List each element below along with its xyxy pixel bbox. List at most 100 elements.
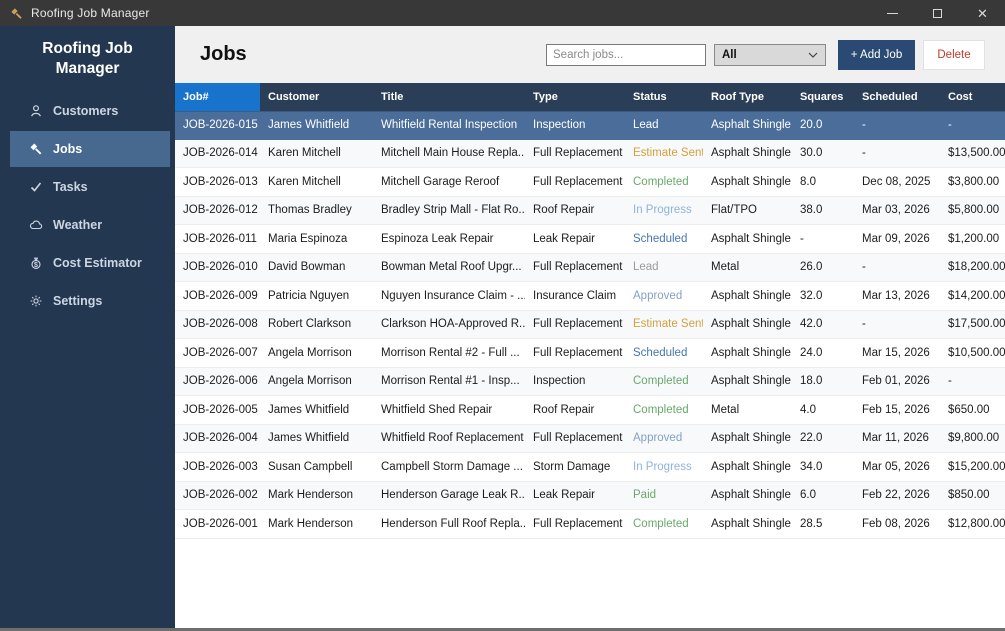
- cell-cost: $3,800.00: [948, 175, 1000, 188]
- cell-customer: Karen Mitchell: [268, 175, 341, 188]
- cell-cost: $850.00: [948, 489, 990, 502]
- sidebar-app-title: Roofing Job Manager: [42, 40, 133, 78]
- sidebar-item-tasks[interactable]: Tasks: [10, 169, 170, 205]
- cell-title: Campbell Storm Damage ...: [381, 460, 523, 473]
- table-row[interactable]: JOB-2026-009 Patricia Nguyen Nguyen Insura…: [175, 282, 1005, 311]
- table-row[interactable]: JOB-2026-003 Susan Campbell Campbell Storm…: [175, 453, 1005, 482]
- column-header-type[interactable]: Type: [525, 83, 625, 111]
- cell-cost: $5,800.00: [948, 204, 1000, 217]
- column-header-status[interactable]: Status: [625, 83, 703, 111]
- cell-squares: -: [800, 232, 804, 245]
- cell-job: JOB-2026-011: [183, 232, 257, 245]
- status-filter-select[interactable]: All: [714, 43, 826, 66]
- cell-scheduled: Mar 03, 2026: [862, 204, 930, 217]
- column-header-cost[interactable]: Cost: [940, 83, 1005, 111]
- cell-customer: Angela Morrison: [268, 375, 352, 388]
- cell-roof-type: Asphalt Shingle: [711, 432, 791, 445]
- add-job-button[interactable]: + Add Job: [838, 39, 915, 70]
- cell-squares: 18.0: [800, 375, 823, 388]
- cell-cost: $13,500.00: [948, 147, 1005, 160]
- minimize-button[interactable]: [870, 0, 915, 26]
- table-row[interactable]: JOB-2026-015 James Whitfield Whitfield Ren…: [175, 111, 1005, 140]
- cell-type: Inspection: [533, 375, 586, 388]
- table-row[interactable]: JOB-2026-010 David Bowman Bowman Metal Roo…: [175, 253, 1005, 282]
- sidebar-item-settings[interactable]: Settings: [10, 283, 170, 319]
- table-row[interactable]: JOB-2026-004 James Whitfield Whitfield Roo…: [175, 424, 1005, 453]
- sidebar-item-label: Jobs: [53, 142, 83, 157]
- sidebar-item-jobs[interactable]: Jobs: [10, 131, 170, 168]
- cell-title: Bowman Metal Roof Upgr...: [381, 261, 522, 274]
- cell-roof-type: Asphalt Shingle: [711, 489, 791, 502]
- cell-customer: Patricia Nguyen: [268, 289, 350, 302]
- cell-status: Paid: [633, 489, 657, 502]
- cell-scheduled: Mar 15, 2026: [862, 346, 930, 359]
- column-header-customer[interactable]: Customer: [260, 83, 373, 111]
- cloud-icon: [28, 218, 43, 232]
- sidebar-item-weather[interactable]: Weather: [10, 207, 170, 243]
- cell-job: JOB-2026-005: [183, 403, 258, 416]
- search-input[interactable]: [546, 43, 706, 66]
- table-row[interactable]: JOB-2026-005 James Whitfield Whitfield She…: [175, 396, 1005, 425]
- column-header-squares[interactable]: Squares: [792, 83, 854, 111]
- cell-type: Full Replacement: [533, 432, 623, 445]
- cell-squares: 38.0: [800, 204, 823, 217]
- table-header: Job# Customer Title Type Status Roof Type Squa…: [175, 83, 1005, 111]
- cell-type: Insurance Claim: [533, 289, 617, 302]
- sidebar-item-label: Cost Estimator: [53, 256, 142, 271]
- column-header-job[interactable]: Job#: [175, 83, 260, 111]
- sidebar-item-customers[interactable]: Customers: [10, 93, 170, 129]
- table-row[interactable]: JOB-2026-001 Mark Henderson Henderson Full…: [175, 510, 1005, 539]
- cell-scheduled: Feb 08, 2026: [862, 517, 930, 530]
- cell-type: Full Replacement: [533, 346, 623, 359]
- cell-roof-type: Asphalt Shingle: [711, 232, 791, 245]
- cell-job: JOB-2026-004: [183, 432, 258, 445]
- cell-title: Henderson Full Roof Repla...: [381, 517, 525, 530]
- table-row[interactable]: JOB-2026-011 Maria Espinoza Espinoza Leak …: [175, 225, 1005, 254]
- table-row[interactable]: JOB-2026-014 Karen Mitchell Mitchell Main …: [175, 139, 1005, 168]
- cell-scheduled: Mar 13, 2026: [862, 289, 930, 302]
- cell-roof-type: Asphalt Shingle: [711, 119, 791, 132]
- maximize-button[interactable]: [915, 0, 960, 26]
- cell-status: Estimate Sent: [633, 318, 703, 331]
- table-row[interactable]: JOB-2026-008 Robert Clarkson Clarkson HOA-…: [175, 310, 1005, 339]
- cell-cost: $650.00: [948, 403, 990, 416]
- table-row[interactable]: JOB-2026-002 Mark Henderson Henderson Gara…: [175, 481, 1005, 510]
- cell-customer: Mark Henderson: [268, 489, 354, 502]
- column-header-title[interactable]: Title: [373, 83, 525, 111]
- cell-status: Completed: [633, 403, 689, 416]
- cell-title: Bradley Strip Mall - Flat Ro...: [381, 204, 525, 217]
- table-row[interactable]: JOB-2026-012 Thomas Bradley Bradley Strip …: [175, 196, 1005, 225]
- cell-type: Full Replacement: [533, 261, 623, 274]
- maximize-icon: [933, 8, 942, 18]
- sidebar: Roofing Job Manager Customers Jobs Tasks We…: [0, 26, 175, 628]
- table-row[interactable]: JOB-2026-006 Angela Morrison Morrison Rent…: [175, 367, 1005, 396]
- cell-squares: 22.0: [800, 432, 823, 445]
- cell-job: JOB-2026-002: [183, 489, 258, 502]
- cell-status: Lead: [633, 119, 659, 132]
- cell-squares: 28.5: [800, 517, 823, 530]
- cell-scheduled: Feb 15, 2026: [862, 403, 930, 416]
- cell-status: In Progress: [633, 204, 692, 217]
- cell-squares: 42.0: [800, 318, 823, 331]
- cell-cost: -: [948, 119, 952, 132]
- close-button[interactable]: ✕: [960, 0, 1005, 26]
- table-row[interactable]: JOB-2026-013 Karen Mitchell Mitchell Garag…: [175, 168, 1005, 197]
- cell-scheduled: Mar 11, 2026: [862, 432, 929, 445]
- sidebar-item-label: Weather: [53, 218, 103, 233]
- delete-button[interactable]: Delete: [923, 39, 985, 70]
- column-header-scheduled[interactable]: Scheduled: [854, 83, 940, 111]
- cell-job: JOB-2026-001: [183, 517, 258, 530]
- cell-customer: Karen Mitchell: [268, 147, 341, 160]
- cell-roof-type: Asphalt Shingle: [711, 346, 791, 359]
- page-title: Jobs: [200, 43, 247, 65]
- table-row[interactable]: JOB-2026-007 Angela Morrison Morrison Rent…: [175, 339, 1005, 368]
- column-header-roof-type[interactable]: Roof Type: [703, 83, 792, 111]
- cell-type: Roof Repair: [533, 204, 595, 217]
- cell-roof-type: Flat/TPO: [711, 204, 758, 217]
- cell-squares: 30.0: [800, 147, 823, 160]
- cell-squares: 24.0: [800, 346, 823, 359]
- sidebar-item-cost-estimator[interactable]: $ Cost Estimator: [10, 245, 170, 281]
- cell-roof-type: Asphalt Shingle: [711, 147, 791, 160]
- window-title: Roofing Job Manager: [31, 6, 150, 20]
- jobs-table: JOB-2026-015 James Whitfield Whitfield Ren…: [175, 111, 1005, 539]
